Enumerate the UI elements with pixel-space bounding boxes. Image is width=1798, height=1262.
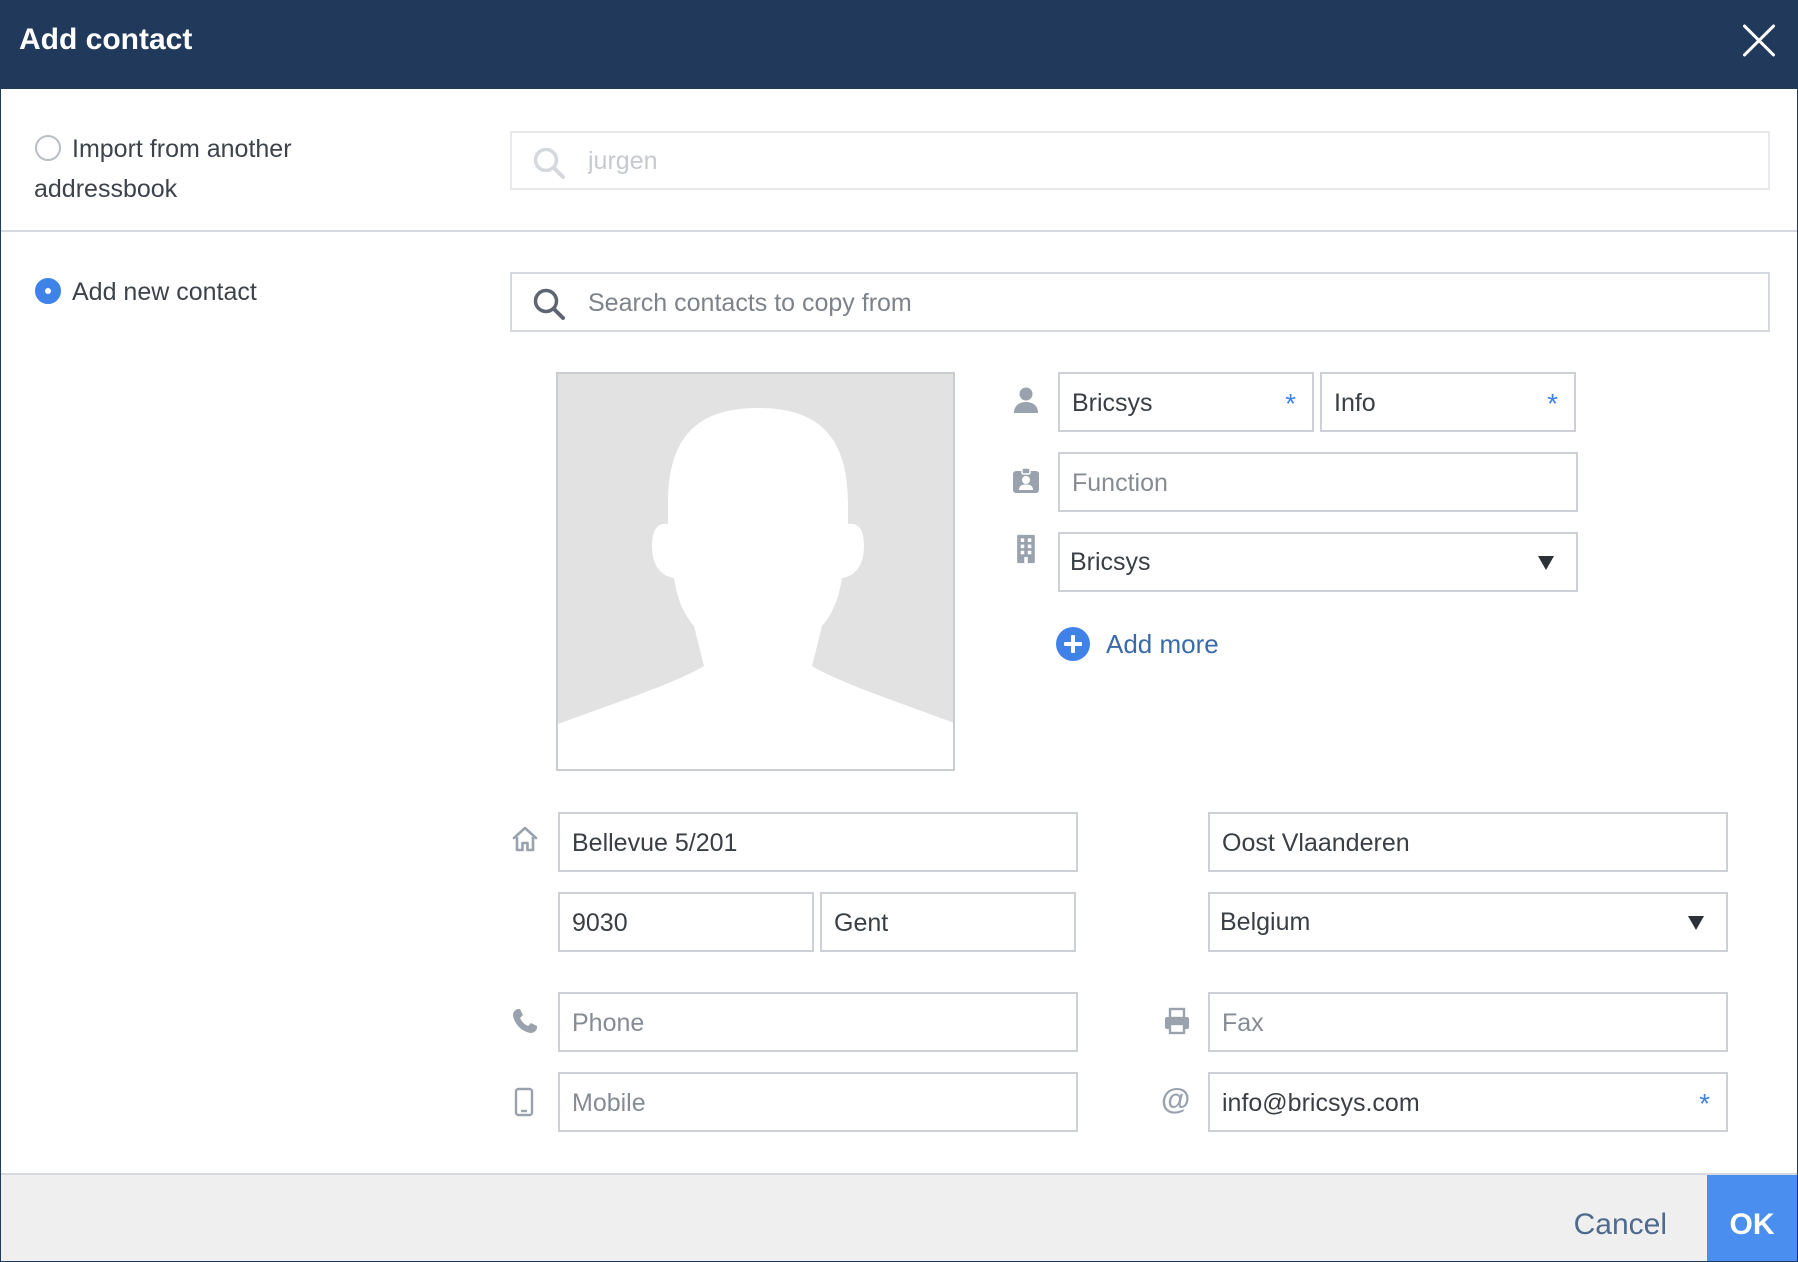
region-input[interactable] — [1220, 814, 1690, 872]
postal-code-input[interactable] — [570, 894, 776, 952]
company-select[interactable]: Bricsys — [1058, 532, 1578, 592]
required-indicator: * — [1699, 1088, 1710, 1119]
close-icon[interactable] — [1739, 21, 1779, 61]
import-label-line1[interactable]: Import from another — [72, 129, 292, 169]
dropdown-caret-icon — [1688, 916, 1704, 930]
import-search-input[interactable] — [586, 133, 1756, 190]
at-sign-icon: @ — [1161, 1083, 1191, 1116]
function-field[interactable] — [1058, 452, 1578, 512]
country-select[interactable]: Belgium — [1208, 892, 1728, 952]
add-more-label: Add more — [1106, 629, 1219, 659]
phone-input[interactable] — [570, 994, 1040, 1052]
dialog-footer: Cancel OK — [1, 1173, 1797, 1261]
dropdown-caret-icon — [1538, 556, 1554, 570]
person-silhouette-icon — [558, 408, 953, 769]
street-input[interactable] — [570, 814, 1040, 872]
copy-search-input[interactable] — [586, 274, 1756, 332]
import-search-box[interactable] — [510, 131, 1770, 190]
region-field[interactable] — [1208, 812, 1728, 872]
dialog-title: Add contact — [19, 23, 193, 56]
search-icon — [533, 288, 565, 320]
import-label-line2[interactable]: addressbook — [34, 169, 177, 209]
fax-icon — [1165, 1007, 1189, 1035]
home-icon — [512, 826, 538, 852]
company-select-value: Bricsys — [1070, 548, 1151, 576]
mobile-field[interactable] — [558, 1072, 1078, 1132]
first-name-field[interactable]: * — [1058, 372, 1314, 432]
last-name-input[interactable] — [1332, 374, 1538, 432]
country-select-value: Belgium — [1220, 908, 1311, 936]
postal-code-field[interactable] — [558, 892, 814, 952]
id-badge-icon — [1013, 467, 1039, 493]
fax-field[interactable] — [1208, 992, 1728, 1052]
add-new-contact-label[interactable]: Add new contact — [72, 272, 257, 312]
ok-button[interactable]: OK — [1707, 1175, 1797, 1261]
email-input[interactable] — [1220, 1074, 1690, 1132]
mobile-icon — [514, 1087, 534, 1117]
section-divider — [1, 230, 1797, 232]
street-field[interactable] — [558, 812, 1078, 872]
phone-field[interactable] — [558, 992, 1078, 1052]
cancel-button[interactable]: Cancel — [1574, 1175, 1667, 1261]
search-icon — [533, 147, 565, 179]
city-field[interactable] — [820, 892, 1076, 952]
fax-input[interactable] — [1220, 994, 1690, 1052]
required-indicator: * — [1547, 388, 1558, 419]
phone-icon — [513, 1009, 537, 1033]
dialog-header: Add contact — [1, 1, 1797, 89]
required-indicator: * — [1285, 388, 1296, 419]
function-input[interactable] — [1070, 454, 1540, 512]
import-radio[interactable] — [35, 135, 61, 161]
city-input[interactable] — [832, 894, 1038, 952]
add-new-contact-radio[interactable] — [35, 278, 61, 304]
add-contact-dialog: Add contact Import from another addressb… — [0, 0, 1798, 1262]
plus-circle-icon — [1056, 627, 1090, 661]
contact-photo[interactable] — [556, 372, 955, 771]
building-icon — [1017, 534, 1035, 564]
mobile-input[interactable] — [570, 1074, 1040, 1132]
copy-search-box[interactable] — [510, 272, 1770, 332]
person-icon — [1014, 387, 1038, 413]
first-name-input[interactable] — [1070, 374, 1276, 432]
email-field[interactable]: * — [1208, 1072, 1728, 1132]
last-name-field[interactable]: * — [1320, 372, 1576, 432]
